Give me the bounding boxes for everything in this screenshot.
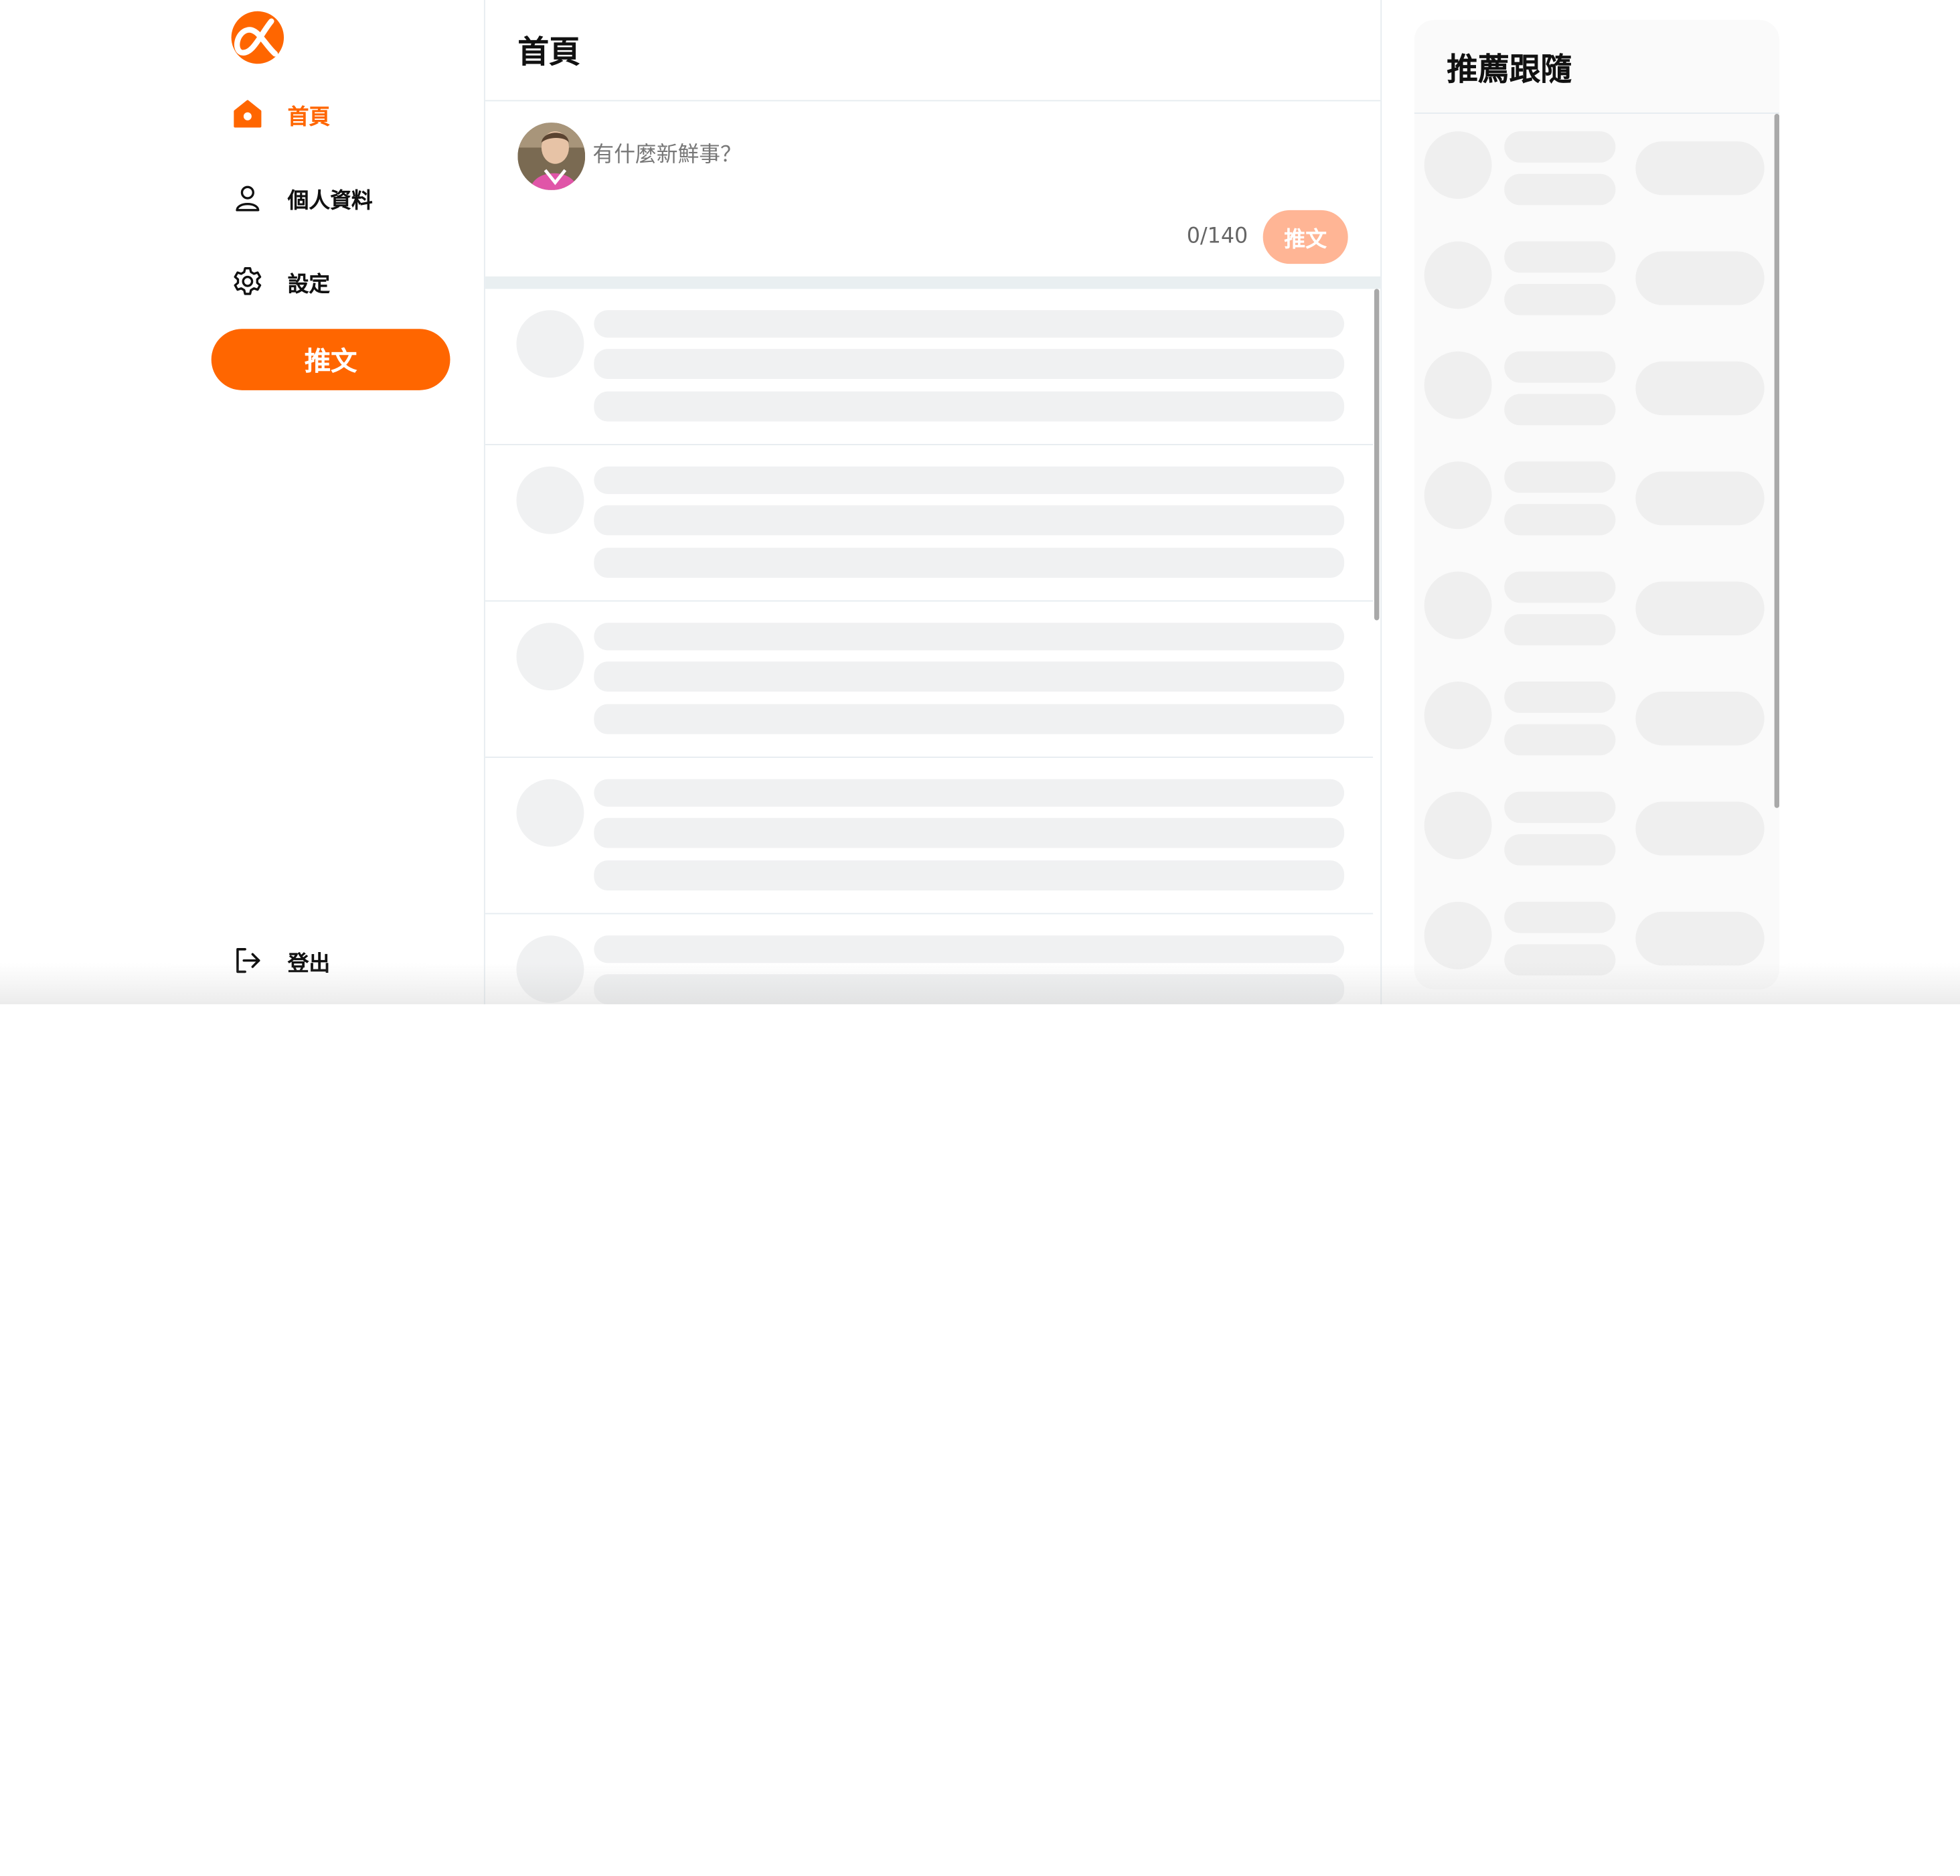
logout-icon [230,943,265,978]
skeleton-follow-button [1635,801,1765,856]
skeleton-line [1504,461,1616,493]
skeleton-follow-button [1635,692,1765,746]
skeleton-avatar [516,779,584,847]
skeleton-line [594,704,1345,734]
loading-user-skeleton [1414,131,1771,241]
skeleton-follow-button [1635,141,1765,196]
loading-post-skeleton [485,915,1373,1005]
main-column: 首頁 0/140 推文 [483,0,1382,1005]
skeleton-avatar [1424,571,1492,639]
logout-label: 登出 [287,951,331,976]
skeleton-line [594,935,1345,963]
sidebar-tweet-button[interactable]: 推文 [211,329,451,390]
loading-post-skeleton [485,758,1374,915]
skeleton-line [594,779,1345,807]
skeleton-line [594,466,1345,494]
skeleton-line [594,310,1345,338]
skeleton-line [594,974,1345,1005]
skeleton-line [594,860,1345,891]
logout-button[interactable]: 登出 [230,938,330,983]
skeleton-line [1504,394,1616,426]
skeleton-line [594,548,1345,578]
loading-post-skeleton [485,602,1374,759]
loading-post-skeleton [485,289,1374,446]
divider [1414,112,1780,114]
skeleton-line [1504,351,1616,383]
skeleton-avatar [1424,461,1492,530]
sidebar: 首頁 個人資料 設定 推文 登出 [0,0,484,1004]
home-icon [230,96,265,131]
skeleton-follow-button [1635,911,1765,966]
nav-label-home: 首頁 [287,104,331,130]
page-title: 首頁 [517,33,580,70]
suggested-follows-panel: 推薦跟隨 [1414,19,1780,990]
gear-icon [230,264,265,299]
nav-item-settings[interactable]: 設定 [230,259,330,304]
skeleton-line [1504,614,1616,645]
char-counter: 0/140 [1186,224,1248,249]
skeleton-line [594,661,1345,692]
loading-user-skeleton [1414,351,1771,461]
tweet-feed [485,289,1374,1005]
user-icon [230,180,265,215]
skeleton-avatar [516,935,584,1004]
skeleton-follow-button [1635,471,1765,526]
loading-user-skeleton [1414,571,1771,682]
avatar[interactable] [517,123,586,190]
loading-user-skeleton [1414,901,1771,990]
skeleton-line [1504,724,1616,756]
skeleton-line [1504,503,1616,536]
tweet-input[interactable] [590,135,1321,175]
skeleton-line [1504,682,1616,713]
skeleton-line [1504,834,1616,866]
skeleton-line [1504,944,1616,976]
skeleton-avatar [1424,131,1492,200]
skeleton-avatar [1424,901,1492,969]
nav-label-settings: 設定 [287,272,331,297]
composer-divider [485,276,1381,289]
loading-user-skeleton [1414,461,1771,571]
skeleton-avatar [516,623,584,691]
skeleton-line [1504,791,1616,824]
nav-item-profile[interactable]: 個人資料 [230,175,373,220]
skeleton-line [1504,284,1616,315]
skeleton-line [1504,131,1616,163]
skeleton-line [594,505,1345,536]
skeleton-line [1504,241,1616,273]
skeleton-avatar [1424,241,1492,309]
alpha-logo[interactable] [230,10,285,65]
skeleton-avatar [1424,791,1492,860]
skeleton-line [594,817,1345,848]
skeleton-follow-button [1635,581,1765,635]
skeleton-line [1504,571,1616,603]
loading-user-skeleton [1414,241,1771,351]
skeleton-avatar [516,466,584,534]
loading-user-skeleton [1414,682,1771,791]
nav-label-profile: 個人資料 [287,188,373,214]
skeleton-line [1504,901,1616,933]
skeleton-line [594,623,1345,651]
main-header: 首頁 [485,0,1381,102]
nav-item-home[interactable]: 首頁 [230,91,330,136]
suggestions-scrollbar[interactable] [1774,113,1780,808]
suggested-follows-title: 推薦跟隨 [1447,51,1572,88]
skeleton-avatar [516,310,584,378]
feed-scrollbar[interactable] [1374,289,1380,621]
composer-tweet-button[interactable]: 推文 [1262,210,1348,264]
skeleton-line [594,391,1345,422]
loading-user-skeleton [1414,791,1771,901]
skeleton-avatar [1424,351,1492,419]
loading-post-skeleton [485,445,1374,602]
skeleton-follow-button [1635,361,1765,416]
skeleton-follow-button [1635,251,1765,305]
skeleton-line [1504,173,1616,206]
skeleton-line [594,349,1345,380]
skeleton-avatar [1424,682,1492,749]
tweet-composer: 0/140 推文 [485,101,1380,277]
